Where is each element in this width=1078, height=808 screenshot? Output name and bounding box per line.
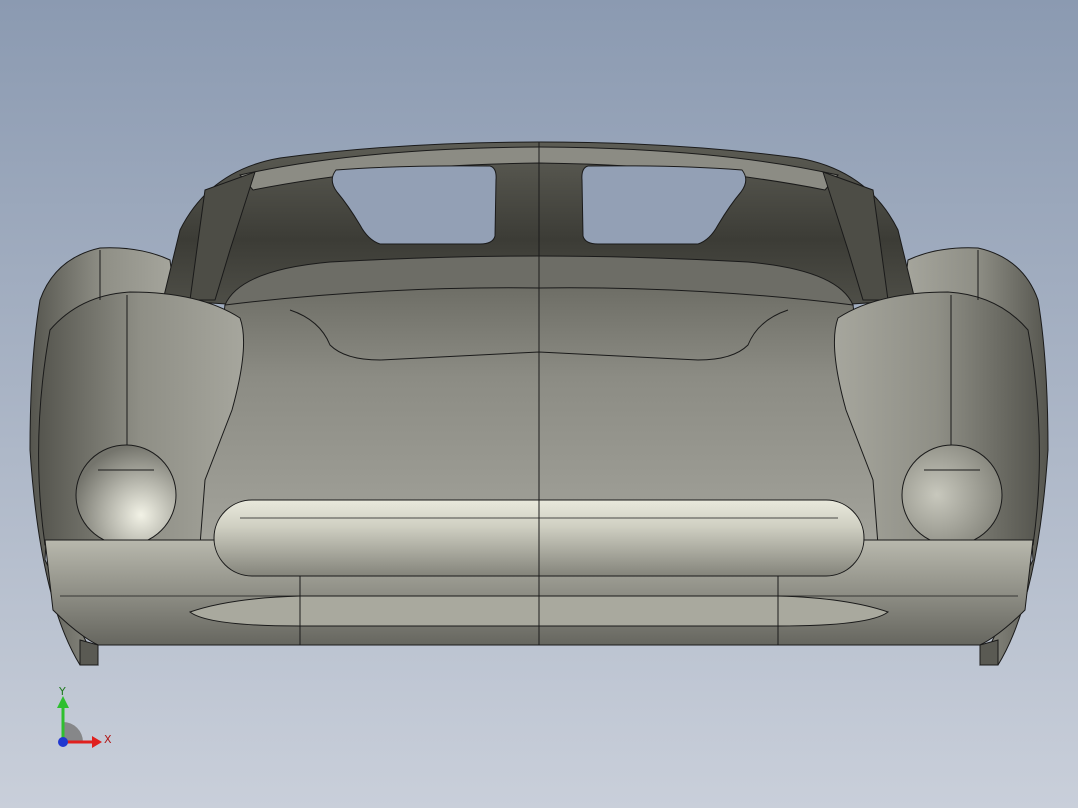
coordinate-triad: Y X (48, 686, 118, 750)
x-axis-label: X (104, 733, 112, 746)
z-axis-dot (58, 737, 68, 747)
left-headlamp (75, 444, 177, 546)
right-headlamp (901, 444, 1003, 546)
car-body-model[interactable] (0, 0, 1078, 808)
x-axis-arrow (92, 736, 102, 748)
y-axis-label: Y (59, 685, 66, 698)
left-skirt (79, 639, 99, 666)
graphics-viewport[interactable]: Y X (0, 0, 1078, 808)
right-skirt (979, 639, 999, 666)
